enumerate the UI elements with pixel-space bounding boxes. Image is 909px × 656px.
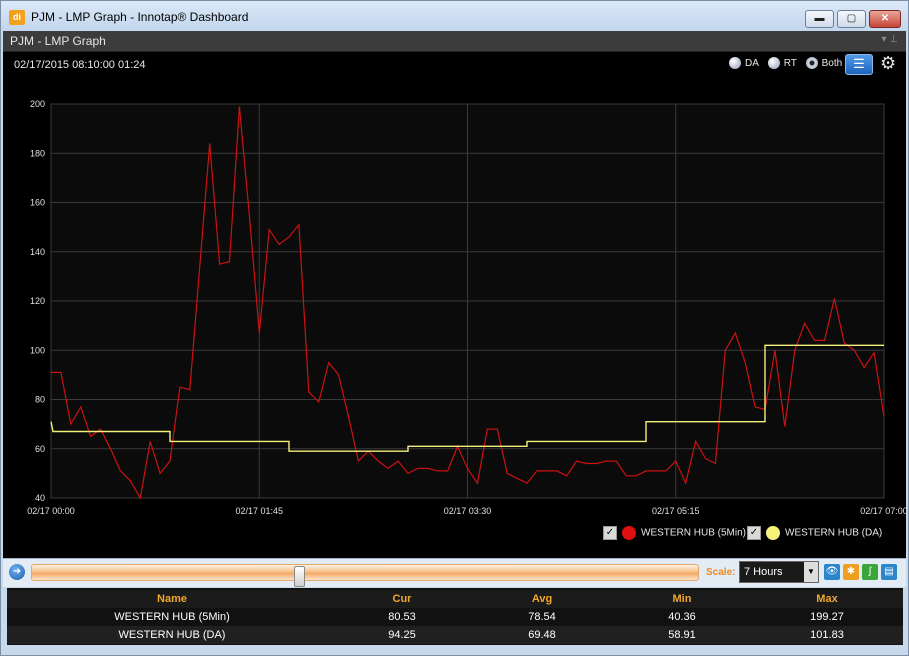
table-header: Name Cur Avg Min Max <box>7 590 903 608</box>
window-title: PJM - LMP Graph - Innotap® Dashboard <box>31 10 249 24</box>
arrow-right-icon[interactable]: ➜ <box>9 564 25 580</box>
table-icon[interactable]: ▤ <box>881 564 897 580</box>
y-tick-label: 120 <box>30 296 45 306</box>
cell-max: 199.27 <box>810 611 844 623</box>
panel-title: PJM - LMP Graph <box>10 34 106 48</box>
time-range-slider[interactable] <box>31 564 699 587</box>
scale-label: Scale: <box>706 567 736 578</box>
legend-label-da: WESTERN HUB (DA) <box>785 527 883 539</box>
y-tick-label: 100 <box>30 345 45 355</box>
cell-name: WESTERN HUB (DA) <box>118 629 226 641</box>
legend-dot-red-icon <box>622 526 636 540</box>
y-tick-label: 60 <box>35 444 45 454</box>
col-avg: Avg <box>531 593 553 605</box>
legend-item-da[interactable]: ✓ WESTERN HUB (DA) <box>747 526 882 544</box>
cell-cur: 80.53 <box>388 611 416 623</box>
y-tick-label: 200 <box>30 99 45 109</box>
chevron-down-icon[interactable]: ▼ <box>804 562 818 582</box>
summary-table: Name Cur Avg Min Max WESTERN HUB (5Min) … <box>7 588 903 645</box>
y-tick-label: 80 <box>35 395 45 405</box>
legend-checkbox-5min[interactable]: ✓ <box>603 526 617 540</box>
legend-item-5min[interactable]: ✓ WESTERN HUB (5Min) <box>603 526 746 544</box>
x-tick-label: 02/17 03:30 <box>444 506 492 516</box>
x-tick-label: 02/17 00:00 <box>27 506 75 516</box>
title-bar[interactable]: di PJM - LMP Graph - Innotap® Dashboard … <box>1 1 908 31</box>
y-tick-label: 180 <box>30 148 45 158</box>
col-name: Name <box>157 593 187 605</box>
y-tick-label: 140 <box>30 247 45 257</box>
col-min: Min <box>672 593 692 605</box>
cell-avg: 78.54 <box>528 611 556 623</box>
y-tick-label: 160 <box>30 198 45 208</box>
y-tick-label: 40 <box>35 493 45 503</box>
legend-label-5min: WESTERN HUB (5Min) <box>641 527 747 539</box>
chart-panel: 02/17/2015 08:10:00 01:24 DA RT Both ☰ ⚙… <box>3 52 906 558</box>
minimize-button[interactable]: ▬ <box>805 10 834 28</box>
x-tick-label: 02/17 05:15 <box>652 506 700 516</box>
x-tick-label: 02/17 01:45 <box>235 506 283 516</box>
x-tick-label: 02/17 07:00 <box>860 506 906 516</box>
legend-dot-yellow-icon <box>766 526 780 540</box>
cell-name: WESTERN HUB (5Min) <box>114 611 230 623</box>
panel-header: PJM - LMP Graph ▾ ⊥ <box>3 31 906 52</box>
app-window: di PJM - LMP Graph - Innotap® Dashboard … <box>0 0 909 656</box>
close-button[interactable]: ✕ <box>869 10 901 28</box>
app-logo-icon: di <box>9 10 25 25</box>
cell-avg: 69.48 <box>528 629 556 641</box>
scale-select[interactable]: 7 Hours ▼ <box>739 561 819 583</box>
cell-max: 101.83 <box>810 629 844 641</box>
scale-value: 7 Hours <box>744 566 783 578</box>
cell-cur: 94.25 <box>388 629 416 641</box>
col-cur: Cur <box>392 593 412 605</box>
pin-icon[interactable]: ▾ ⊥ <box>881 34 898 45</box>
table-row[interactable]: WESTERN HUB (DA) 94.25 69.48 58.91 101.8… <box>7 626 903 644</box>
legend-checkbox-da[interactable]: ✓ <box>747 526 761 540</box>
curve-icon[interactable]: ∫ <box>862 564 878 580</box>
cell-min: 58.91 <box>668 629 696 641</box>
bottom-toolbar: ➜ Scale: 7 Hours ▼ 👁 ✱ ∫ ▤ <box>3 558 906 587</box>
asterisk-icon[interactable]: ✱ <box>843 564 859 580</box>
cell-min: 40.36 <box>668 611 696 623</box>
table-row[interactable]: WESTERN HUB (5Min) 80.53 78.54 40.36 199… <box>7 608 903 626</box>
eye-icon[interactable]: 👁 <box>824 564 840 580</box>
col-max: Max <box>816 593 838 605</box>
slider-thumb[interactable] <box>294 566 305 587</box>
lmp-line-chart: 200 180 160 140 120 100 80 60 40 02/17 00:00 02/17… <box>27 99 906 516</box>
maximize-button[interactable]: ▢ <box>837 10 866 28</box>
